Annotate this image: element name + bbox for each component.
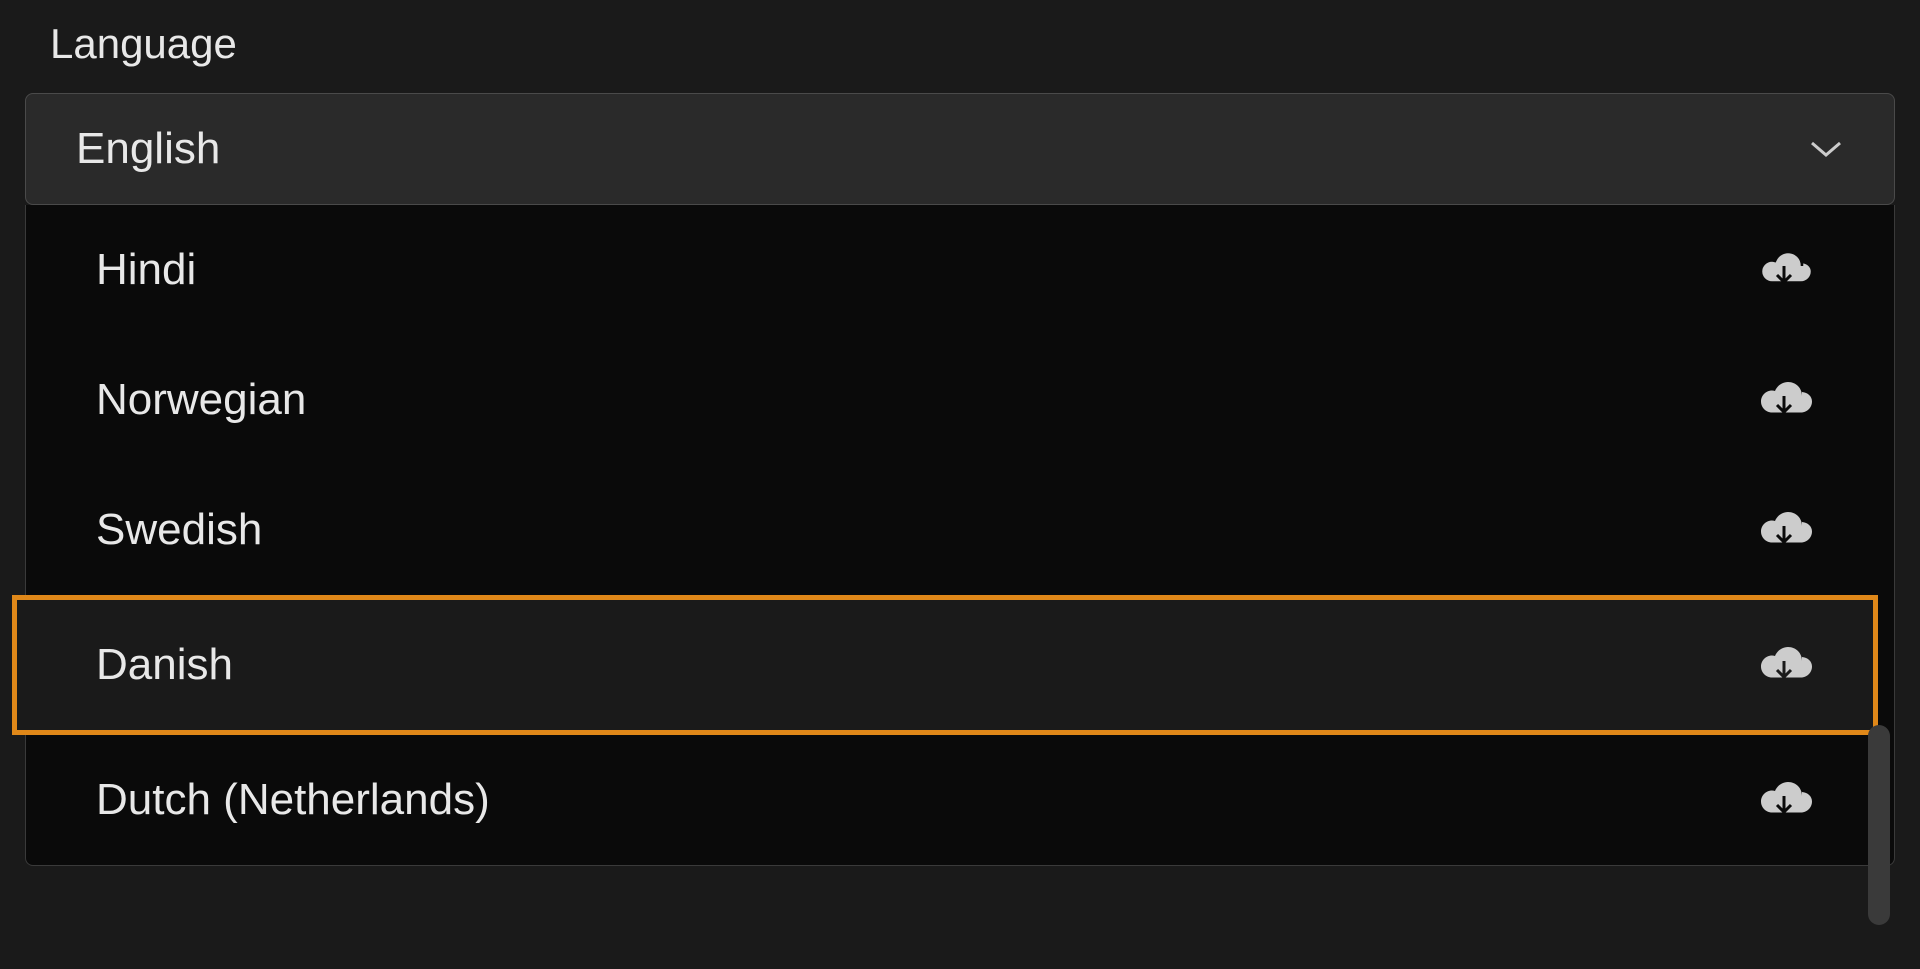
chevron-down-icon (1808, 131, 1844, 167)
dropdown-item-label: Danish (96, 640, 233, 690)
dropdown-item-hindi[interactable]: Hindi (26, 205, 1864, 335)
dropdown-item-swedish[interactable]: Swedish (26, 465, 1864, 595)
cloud-download-icon[interactable] (1754, 509, 1814, 551)
language-dropdown: English Hindi Norwegian Swedish Danish (25, 93, 1895, 866)
cloud-download-icon[interactable] (1754, 644, 1814, 686)
cloud-download-icon[interactable] (1754, 779, 1814, 821)
language-dropdown-list: Hindi Norwegian Swedish Danish Dutch (Ne (25, 205, 1895, 866)
cloud-download-icon[interactable] (1754, 249, 1814, 291)
dropdown-item-label: Dutch (Netherlands) (96, 775, 490, 825)
dropdown-selected-text: English (76, 124, 220, 174)
dropdown-item-label: Hindi (96, 245, 196, 295)
scrollbar-thumb[interactable] (1868, 725, 1890, 925)
dropdown-item-label: Norwegian (96, 375, 306, 425)
dropdown-item-norwegian[interactable]: Norwegian (26, 335, 1864, 465)
dropdown-item-danish[interactable]: Danish (12, 595, 1878, 735)
language-section-label: Language (25, 20, 1895, 68)
cloud-download-icon[interactable] (1754, 379, 1814, 421)
dropdown-item-dutch[interactable]: Dutch (Netherlands) (26, 735, 1864, 865)
dropdown-item-label: Swedish (96, 505, 262, 555)
language-dropdown-selected[interactable]: English (25, 93, 1895, 205)
